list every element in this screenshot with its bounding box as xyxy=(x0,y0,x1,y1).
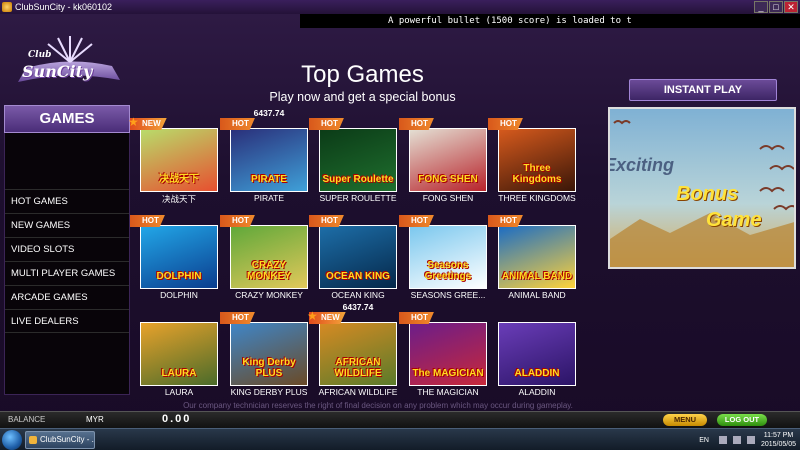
game-thumbnail[interactable]: Super Roulette xyxy=(319,128,397,192)
game-tile[interactable]: ANIMAL BAND HOT ANIMAL BAND xyxy=(488,215,586,307)
game-thumbnail-title: Seasons Greetings xyxy=(424,260,472,282)
game-thumbnail[interactable]: Three Kingdoms xyxy=(498,128,576,192)
logout-button[interactable]: LOG OUT xyxy=(717,414,767,426)
hot-badge: HOT xyxy=(220,215,255,227)
game-thumbnail-title: Super Roulette xyxy=(322,174,394,185)
game-thumbnail-title: CRAZY MONKEY xyxy=(247,260,291,282)
game-thumbnail[interactable]: The MAGICIAN xyxy=(409,322,487,386)
game-thumbnail-title: Three Kingdoms xyxy=(512,163,562,185)
game-thumbnail[interactable]: Seasons Greetings xyxy=(409,225,487,289)
game-thumbnail[interactable]: PIRATE xyxy=(230,128,308,192)
game-thumbnail[interactable]: ANIMAL BAND xyxy=(498,225,576,289)
game-title[interactable]: ALADDIN xyxy=(482,387,592,397)
hot-badge: HOT xyxy=(488,215,523,227)
game-thumbnail-title: LAURA xyxy=(161,368,197,379)
games-header-button[interactable]: GAMES xyxy=(4,105,130,133)
hot-badge: HOT xyxy=(130,215,165,227)
clock[interactable]: 11:57 PM 2015/05/05 xyxy=(761,431,796,449)
category-menu: HOT GAMES NEW GAMES VIDEO SLOTS MULTI PL… xyxy=(5,189,129,333)
menu-button[interactable]: MENU xyxy=(663,414,707,426)
hot-badge: HOT xyxy=(399,312,434,324)
start-button[interactable] xyxy=(2,430,22,450)
game-thumbnail[interactable]: King Derby PLUS xyxy=(230,322,308,386)
close-button[interactable]: ✕ xyxy=(784,1,798,13)
promo-text-game: Game xyxy=(706,209,762,231)
system-tray: EN 11:57 PM 2015/05/05 xyxy=(699,430,796,450)
hot-badge: HOT xyxy=(399,118,434,130)
game-thumbnail-title: 决战天下 xyxy=(159,174,199,185)
app-icon xyxy=(2,2,12,12)
jackpot-amount: 6437.74 xyxy=(342,302,374,312)
page-title: Top Games xyxy=(301,61,424,88)
balance-label: BALANCE xyxy=(8,415,46,424)
sidebar-item-arcade-games[interactable]: ARCADE GAMES xyxy=(5,285,129,309)
currency-label: MYR xyxy=(86,415,104,424)
hot-badge: HOT xyxy=(220,312,255,324)
game-thumbnail-title: PIRATE xyxy=(251,174,287,185)
hot-badge: HOT xyxy=(309,215,344,227)
game-thumbnail-title: ALADDIN xyxy=(514,368,560,379)
tray-flag-icon[interactable] xyxy=(718,436,727,444)
bonus-game-banner[interactable]: Exciting Bonus Game xyxy=(608,107,796,269)
casino-app: A powerful bullet (1500 score) is loaded… xyxy=(0,14,800,428)
game-thumbnail-title: King Derby PLUS xyxy=(242,357,296,379)
game-thumbnail[interactable]: AFRICAN WILDLIFE xyxy=(319,322,397,386)
taskbar-app-clubsuncity[interactable]: ClubSunCity - ... xyxy=(25,431,95,449)
game-thumbnail[interactable]: CRAZY MONKEY xyxy=(230,225,308,289)
hot-badge: HOT xyxy=(399,215,434,227)
game-thumbnail[interactable]: FONG SHEN xyxy=(409,128,487,192)
game-thumbnail-title: AFRICAN WILDLIFE xyxy=(334,357,382,379)
sidebar: GAMES HOT GAMES NEW GAMES VIDEO SLOTS MU… xyxy=(4,105,130,395)
sidebar-item-live-dealers[interactable]: LIVE DEALERS xyxy=(5,309,129,333)
game-thumbnail-title: The MAGICIAN xyxy=(412,368,484,379)
game-thumbnail[interactable]: OCEAN KING xyxy=(319,225,397,289)
jackpot-amount: 6437.74 xyxy=(253,108,285,118)
game-thumbnail-title: OCEAN KING xyxy=(326,271,390,282)
disclaimer-text: Our company technician reserves the righ… xyxy=(183,401,573,410)
logo-suncity-text: SunCity xyxy=(22,62,93,81)
maximize-button[interactable]: □ xyxy=(769,1,783,13)
logo-club-text: Club xyxy=(28,50,52,60)
promo-text-bonus: Bonus xyxy=(676,183,739,205)
game-thumbnail[interactable]: LAURA xyxy=(140,322,218,386)
minimize-button[interactable]: _ xyxy=(754,1,768,13)
hot-badge: HOT xyxy=(309,118,344,130)
game-thumbnail-title: FONG SHEN xyxy=(418,174,478,185)
os-taskbar: ClubSunCity - ... EN 11:57 PM 2015/05/05 xyxy=(0,428,800,450)
game-thumbnail[interactable]: ALADDIN xyxy=(498,322,576,386)
game-thumbnail-title: DOLPHIN xyxy=(156,271,202,282)
promo-text-exciting: Exciting xyxy=(608,155,675,175)
clock-date: 2015/05/05 xyxy=(760,441,796,448)
sidebar-item-multi-player-games[interactable]: MULTI PLAYER GAMES xyxy=(5,261,129,285)
top-games-heading: Top Games Play now and get a special bon… xyxy=(230,61,495,105)
sidebar-item-video-slots[interactable]: VIDEO SLOTS xyxy=(5,237,129,261)
window-titlebar: ClubSunCity - kk060102 _ □ ✕ xyxy=(0,0,800,14)
clock-time: 11:57 PM xyxy=(763,432,794,439)
language-indicator[interactable]: EN xyxy=(699,437,709,444)
game-thumbnail[interactable]: DOLPHIN xyxy=(140,225,218,289)
game-title[interactable]: ANIMAL BAND xyxy=(482,290,592,300)
page-subtitle: Play now and get a special bonus xyxy=(269,90,456,104)
balance-value: 0.00 xyxy=(162,413,192,425)
game-title[interactable]: THREE KINGDOMS xyxy=(482,193,592,203)
tray-volume-icon[interactable] xyxy=(746,436,755,444)
hot-badge: HOT xyxy=(220,118,255,130)
hot-badge: HOT xyxy=(488,118,523,130)
star-icon: ★ xyxy=(128,115,139,129)
window-title: ClubSunCity - kk060102 xyxy=(15,2,113,12)
game-tile[interactable]: ALADDIN ALADDIN xyxy=(488,312,586,404)
game-tile[interactable]: Three Kingdoms HOT THREE KINGDOMS xyxy=(488,118,586,210)
instant-play-button[interactable]: INSTANT PLAY xyxy=(629,79,777,101)
clubsuncity-logo: Club SunCity xyxy=(8,34,128,94)
account-bar: BALANCE MYR 0.00 MENU LOG OUT xyxy=(0,411,800,428)
tray-network-icon[interactable] xyxy=(732,436,741,444)
news-ticker: A powerful bullet (1500 score) is loaded… xyxy=(300,14,800,28)
game-thumbnail-title: ANIMAL BAND xyxy=(501,271,573,282)
sidebar-item-hot-games[interactable]: HOT GAMES xyxy=(5,189,129,213)
sidebar-item-new-games[interactable]: NEW GAMES xyxy=(5,213,129,237)
game-thumbnail[interactable]: 决战天下 xyxy=(140,128,218,192)
